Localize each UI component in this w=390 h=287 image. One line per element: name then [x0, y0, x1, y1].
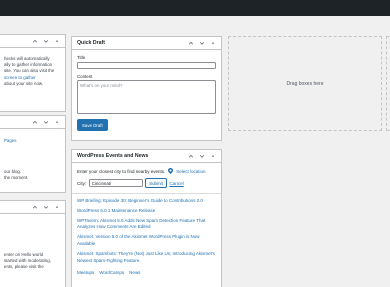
events-intro: Enter your closest city to find nearby e… — [77, 168, 166, 174]
toggle-panel-icon[interactable] — [210, 153, 216, 159]
location-pin-icon — [168, 168, 174, 174]
chevron-up-icon[interactable] — [188, 153, 194, 159]
quick-draft-title: Quick Draft — [77, 40, 105, 46]
content-label: Content — [77, 73, 93, 79]
news-list: WP Briefing: Episode 30: Beginner's Guid… — [72, 193, 221, 264]
quick-draft-postbox: Quick Draft Title Content What's on your… — [71, 36, 222, 141]
events-news-title: WordPress Events and News — [77, 153, 149, 159]
save-draft-button[interactable]: Save Draft — [77, 119, 108, 131]
site-health-text: hecks will automatically ally to gather … — [0, 48, 65, 92]
city-label: City: — [77, 180, 87, 186]
chevron-down-icon[interactable] — [43, 119, 49, 125]
toggle-panel-icon[interactable] — [54, 119, 60, 125]
title-input[interactable] — [77, 61, 216, 69]
empty-dropzone[interactable]: Drag boxes here — [228, 36, 382, 131]
select-location-link[interactable]: Select location — [176, 169, 205, 174]
title-label: Title — [77, 55, 86, 60]
postbox-header — [0, 116, 65, 129]
text-line: ents, please visit the — [4, 264, 44, 270]
postbox-header — [0, 201, 65, 214]
news-item[interactable]: Akismet: Version 5.0 of the Akismet Word… — [77, 234, 216, 248]
news-item[interactable]: WP Briefing: Episode 30: Beginner's Guid… — [77, 198, 216, 205]
chevron-down-icon[interactable] — [43, 38, 49, 44]
city-input[interactable]: Cincinnati — [88, 179, 143, 187]
postbox-header: Quick Draft — [72, 37, 221, 50]
chevron-up-icon[interactable] — [32, 204, 38, 210]
text-line: enter on Hello world — [4, 252, 44, 257]
site-health-link[interactable]: screen to gather — [4, 75, 36, 80]
text-line: about your site now. — [4, 80, 44, 86]
chevron-up-icon[interactable] — [188, 40, 194, 46]
activity-body: enter on Hello world started with modera… — [0, 214, 65, 276]
cancel-link[interactable]: Cancel — [169, 181, 183, 186]
chevron-down-icon[interactable] — [199, 153, 205, 159]
events-news-postbox: WordPress Events and News Enter your clo… — [71, 149, 222, 287]
left-postbox-activity: enter on Hello world started with modera… — [0, 200, 66, 287]
left-postbox-at-a-glance: Pages our blog. the moment. — [0, 115, 66, 193]
postbox-header — [0, 35, 65, 48]
news-item[interactable]: WordPress 6.0.1 Maintenance Release — [77, 208, 216, 215]
toggle-panel-icon[interactable] — [54, 38, 60, 44]
chevron-up-icon[interactable] — [32, 119, 38, 125]
submit-button[interactable]: Submit — [145, 178, 167, 188]
toggle-panel-icon[interactable] — [54, 204, 60, 210]
content-textarea[interactable]: What's on your mind? — [77, 80, 216, 114]
at-a-glance-body: Pages our blog. the moment. — [0, 129, 65, 187]
dropzone-label: Drag boxes here — [286, 80, 324, 87]
quick-draft-body: Title Content What's on your mind? Save … — [72, 50, 221, 136]
text-line: the moment. — [4, 175, 29, 181]
news-item[interactable]: Akismet: Spambots: They're (Not) Just Li… — [77, 251, 216, 265]
events-body: Enter your closest city to find nearby e… — [72, 163, 221, 280]
chevron-down-icon[interactable] — [43, 204, 49, 210]
left-postbox-site-health: hecks will automatically ally to gather … — [0, 34, 66, 112]
postbox-header: WordPress Events and News — [72, 150, 221, 163]
pages-link[interactable]: Pages — [4, 138, 16, 143]
toggle-panel-icon[interactable] — [210, 40, 216, 46]
empty-dropzone-secondary[interactable] — [386, 36, 390, 131]
events-footer-links[interactable]: Meetups WordCamps News — [77, 270, 216, 275]
news-item[interactable]: WPTavern: Akismet 5.0 Adds New Spam Dete… — [77, 218, 216, 232]
city-form: City: Cincinnati Submit Cancel — [77, 178, 216, 188]
admin-bar — [0, 0, 390, 16]
chevron-up-icon[interactable] — [32, 38, 38, 44]
chevron-down-icon[interactable] — [199, 40, 205, 46]
